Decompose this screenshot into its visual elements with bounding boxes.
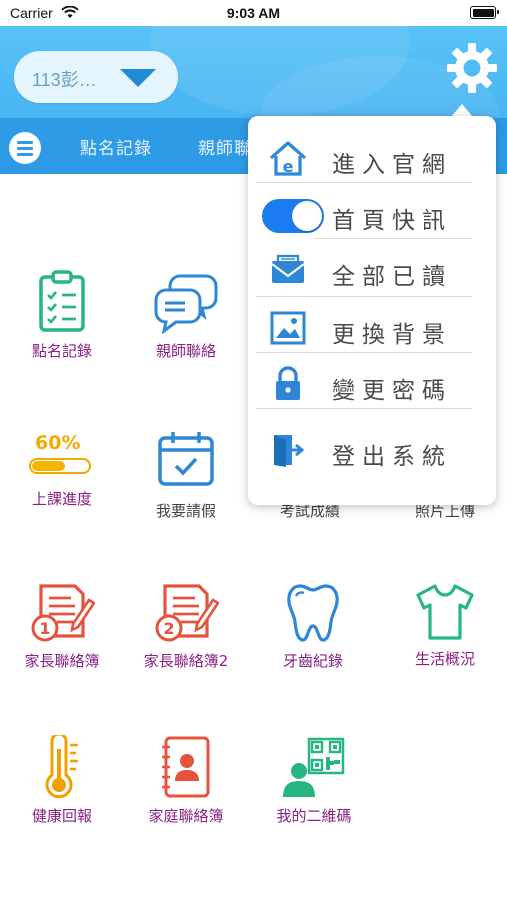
grid-item-dental[interactable]: 牙齒紀錄 (251, 582, 375, 671)
gear-icon[interactable] (446, 42, 498, 94)
tab-attendance[interactable]: 點名記錄 (80, 134, 152, 159)
grid-item-daily-life[interactable]: 生活概況 (383, 582, 507, 669)
grid-item-progress[interactable]: 60% 上課進度 (0, 430, 124, 509)
status-bar: Carrier 9:03 AM (0, 0, 507, 26)
grid-item-contact-book-1[interactable]: 1 家長聯絡簿 (0, 582, 124, 671)
svg-text:e: e (283, 157, 294, 176)
grid-item-qr-code[interactable]: 我的二維碼 (252, 735, 376, 826)
settings-popup-menu: e 進入官網 首頁快訊 全部已讀 更換背景 變更密碼 登出系統 (248, 116, 496, 505)
grid-item-leave[interactable]: 我要請假 (124, 430, 248, 521)
grid-label: 親師聯絡 (155, 342, 216, 360)
grid-label: 牙齒紀錄 (282, 652, 343, 670)
menu-label: 更換背景 (332, 322, 452, 348)
grid-label: 生活概況 (414, 650, 475, 668)
progress-text: 60% (35, 432, 81, 454)
thermometer-icon (45, 735, 78, 799)
home-website-icon: e (269, 141, 307, 176)
notebook-badge: 2 (163, 619, 174, 638)
qr-code-user-icon (283, 737, 345, 797)
grid-label: 家長聯絡簿 (24, 652, 100, 670)
app-header: 113彭… (0, 26, 507, 118)
dropdown-arrow-icon (120, 69, 156, 87)
grid-item-family-book[interactable]: 家庭聯絡簿 (124, 735, 248, 826)
envelope-icon (271, 254, 305, 283)
battery-icon (470, 6, 499, 19)
school-selector[interactable]: 113彭… (14, 51, 178, 103)
menu-item-change-background[interactable]: 更換背景 (254, 300, 490, 356)
image-icon (270, 311, 306, 345)
grid-label: 點名記錄 (31, 342, 92, 360)
grid-label: 我的二維碼 (276, 807, 352, 825)
grid-item-health[interactable]: 健康回報 (0, 735, 124, 826)
lock-icon (276, 366, 300, 400)
notebook-2-icon: 2 (155, 584, 219, 642)
clock: 9:03 AM (226, 5, 281, 21)
clipboard-checklist-icon (39, 270, 85, 332)
home-news-toggle[interactable] (262, 199, 324, 233)
contact-book-icon (162, 736, 210, 798)
grid-label: 我要請假 (155, 502, 216, 520)
progress-bar-icon: 60% (27, 430, 97, 480)
logout-door-icon (274, 435, 305, 467)
menu-item-change-password[interactable]: 變更密碼 (254, 356, 490, 412)
menu-item-home-news[interactable]: 首頁快訊 (254, 186, 490, 242)
grid-item-contact-book-2[interactable]: 2 家長聯絡簿2 (124, 582, 248, 671)
tab-parent-contact[interactable]: 親師聯 (198, 134, 252, 159)
menu-item-official-site[interactable]: e 進入官網 (254, 130, 490, 186)
menu-label: 登出系統 (332, 444, 452, 470)
tshirt-icon (416, 584, 474, 640)
menu-label: 進入官網 (332, 152, 452, 178)
menu-icon[interactable] (9, 132, 41, 164)
school-selector-label: 113彭… (32, 70, 97, 90)
menu-label: 全部已讀 (332, 264, 452, 290)
notebook-1-icon: 1 (31, 584, 95, 642)
menu-label: 首頁快訊 (332, 208, 452, 234)
menu-item-logout[interactable]: 登出系統 (254, 422, 490, 478)
tooth-icon (287, 584, 339, 642)
grid-item-attendance[interactable]: 點名記錄 (0, 270, 124, 361)
grid-item-parent-contact[interactable]: 親師聯絡 (124, 270, 248, 361)
menu-label: 變更密碼 (332, 378, 452, 404)
grid-label: 上課進度 (31, 490, 92, 508)
grid-label: 家長聯絡簿2 (143, 652, 229, 670)
notebook-badge: 1 (39, 619, 50, 638)
menu-item-mark-all-read[interactable]: 全部已讀 (254, 242, 490, 298)
calendar-check-icon (158, 432, 214, 486)
grid-label: 健康回報 (31, 807, 92, 825)
grid-label: 家庭聯絡簿 (148, 807, 224, 825)
chat-bubbles-icon (154, 274, 218, 334)
